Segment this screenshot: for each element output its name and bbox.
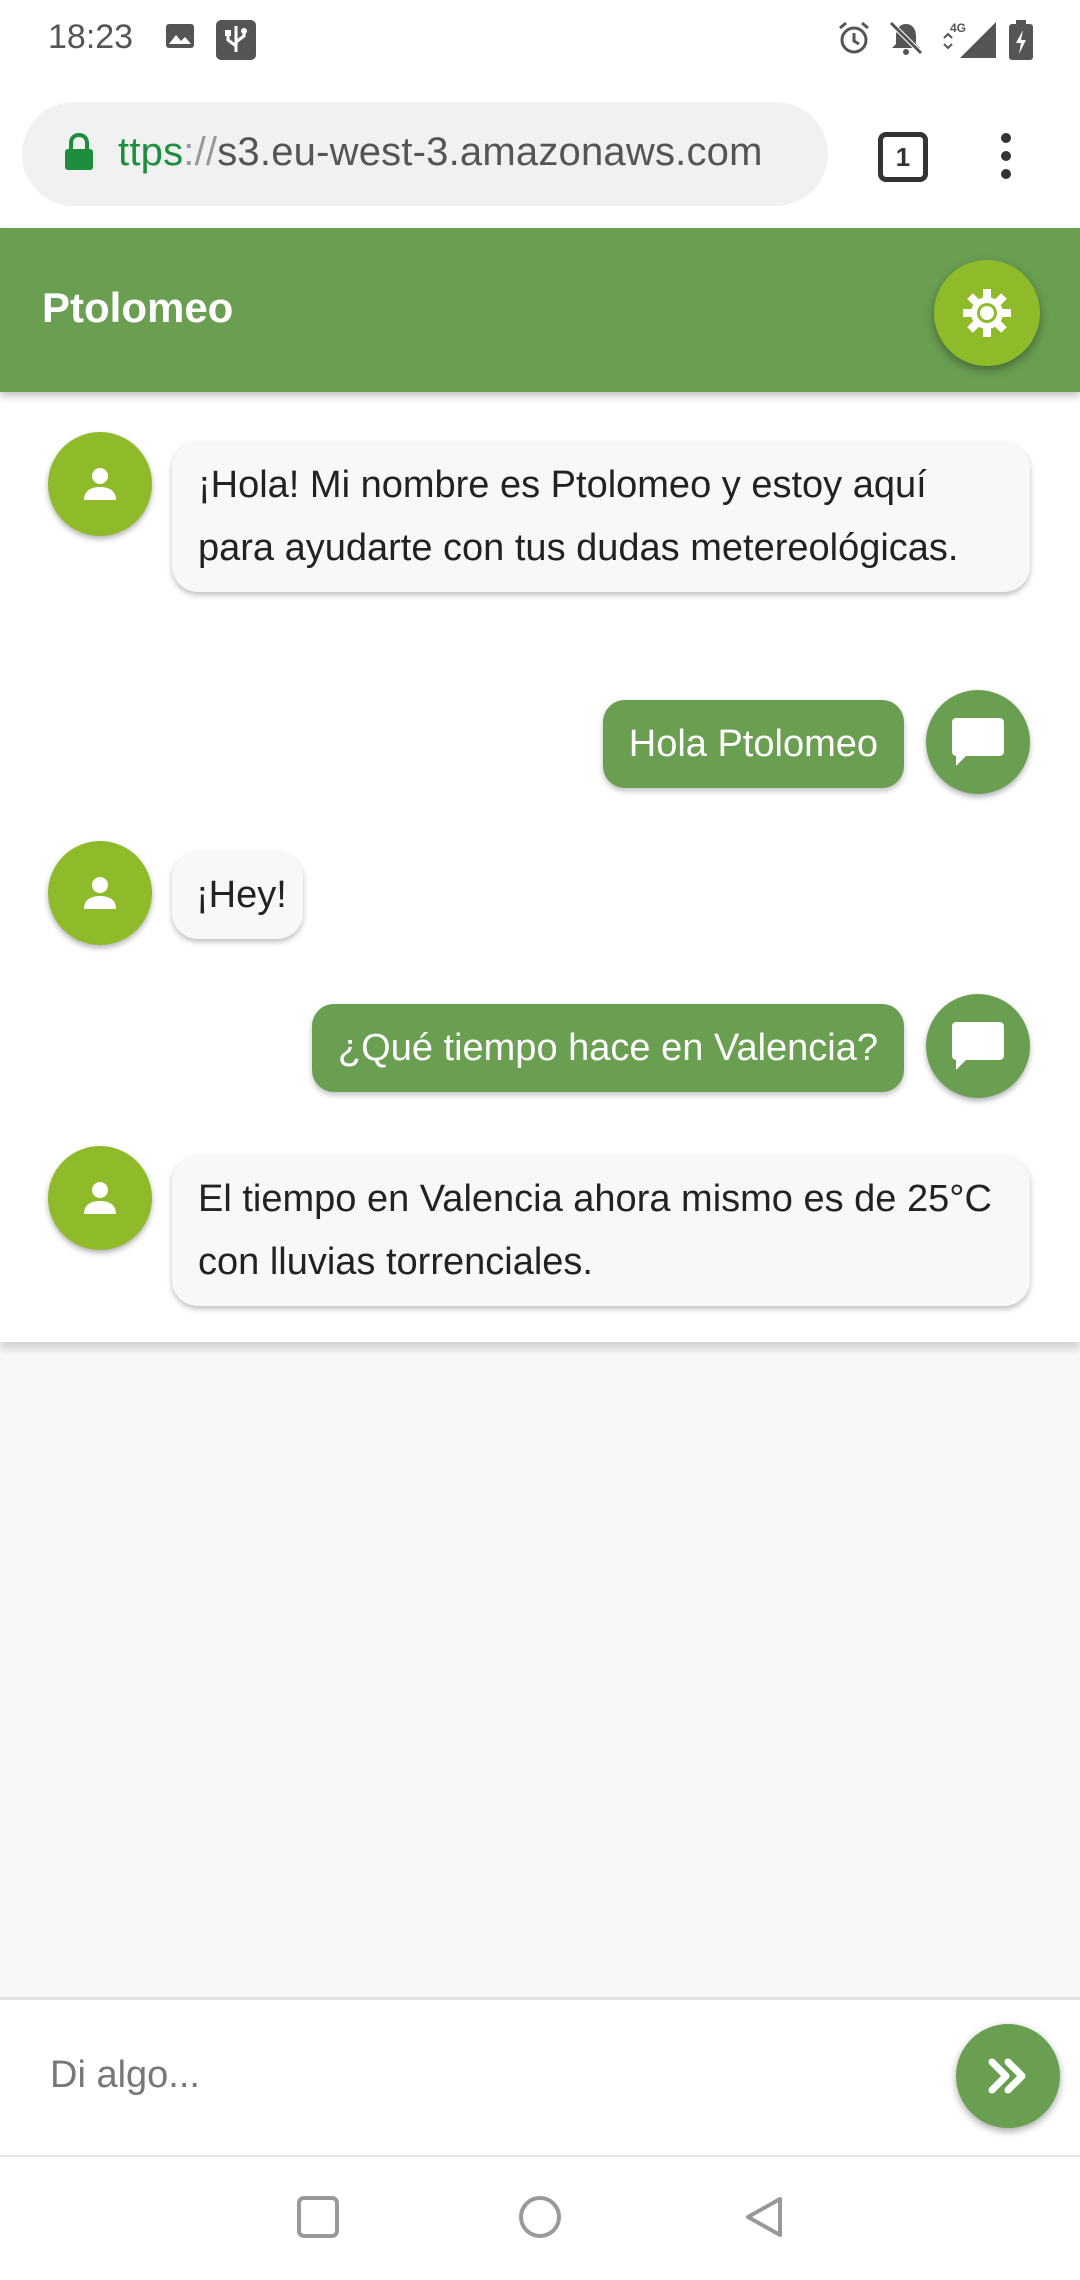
bot-avatar <box>48 841 152 945</box>
user-message: Hola Ptolomeo <box>602 700 904 788</box>
chat-bubble-icon <box>952 718 1004 766</box>
recents-icon[interactable] <box>296 2195 340 2244</box>
home-icon[interactable] <box>518 2195 562 2244</box>
browser-toolbar: ttps://s3.eu-west-3.amazonaws.com 1 <box>0 80 1080 228</box>
message-input[interactable] <box>30 2020 930 2130</box>
user-message-avatar <box>926 994 1030 1098</box>
image-notification-icon <box>164 20 196 57</box>
sun-icon <box>963 289 1011 337</box>
bot-message: El tiempo en Valencia ahora mismo es de … <box>172 1156 1030 1306</box>
address-bar[interactable]: ttps://s3.eu-west-3.amazonaws.com <box>22 102 828 206</box>
bot-avatar <box>48 1146 152 1250</box>
person-icon <box>84 468 116 500</box>
url-text: ttps://s3.eu-west-3.amazonaws.com <box>118 130 763 175</box>
url-host: s3.eu-west-3.amazonaws.com <box>217 130 763 174</box>
user-message-avatar <box>926 690 1030 794</box>
status-bar: 18:23 4G <box>0 0 1080 80</box>
svg-text:4G: 4G <box>950 21 966 35</box>
tab-switcher-button[interactable]: 1 <box>878 132 928 182</box>
system-navigation-bar <box>0 2155 1080 2280</box>
lock-icon <box>62 132 96 177</box>
person-icon <box>84 1182 116 1214</box>
chat-messages: ¡Hola! Mi nombre es Ptolomeo y estoy aqu… <box>0 392 1080 1342</box>
alarm-icon <box>836 20 872 61</box>
signal-icon: 4G <box>940 20 996 65</box>
app-header: Ptolomeo <box>0 228 1080 392</box>
bot-message: ¡Hola! Mi nombre es Ptolomeo y estoy aqu… <box>172 442 1030 592</box>
send-button[interactable] <box>956 2024 1060 2128</box>
user-message: ¿Qué tiempo hace en Valencia? <box>311 1004 904 1092</box>
person-icon <box>84 877 116 909</box>
more-options-icon[interactable] <box>994 132 1018 185</box>
message-composer <box>0 1997 1080 2155</box>
chat-bubble-icon <box>952 1022 1004 1070</box>
double-chevron-right-icon <box>988 2058 1026 2094</box>
status-time: 18:23 <box>48 18 134 56</box>
bot-message: ¡Hey! <box>172 852 303 939</box>
bot-avatar <box>48 432 152 536</box>
theme-toggle-button[interactable] <box>934 260 1040 366</box>
url-separator: :// <box>183 130 218 174</box>
usb-icon <box>216 20 256 65</box>
notifications-off-icon <box>888 20 924 61</box>
url-scheme: ttps <box>118 130 184 174</box>
back-icon[interactable] <box>742 2195 786 2244</box>
battery-charging-icon <box>1008 20 1034 65</box>
app-title: Ptolomeo <box>42 284 234 331</box>
